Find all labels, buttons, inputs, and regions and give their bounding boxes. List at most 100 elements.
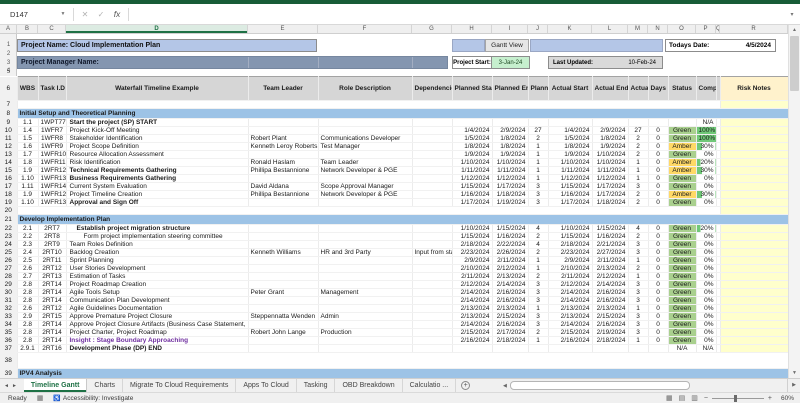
column-letter-L[interactable]: L	[592, 25, 628, 33]
cell-actual-days[interactable]: 2	[628, 150, 649, 159]
cell-planned-start[interactable]: 2/13/2024	[452, 312, 493, 321]
cell-days-left[interactable]: 0	[648, 182, 669, 191]
cell-actual-days[interactable]: 2	[628, 232, 649, 241]
cell-days-left[interactable]: 0	[648, 296, 669, 305]
cell-role-description[interactable]	[318, 296, 413, 305]
name-box-dropdown-icon[interactable]: ▼	[56, 11, 70, 17]
cell-team-leader[interactable]	[248, 240, 319, 249]
cell-role-description[interactable]	[318, 344, 413, 353]
cell-days-left[interactable]: 0	[648, 320, 669, 329]
cell-comp[interactable]: 0%	[696, 328, 717, 337]
cell-actual-days[interactable]: 2	[628, 190, 649, 199]
cell-team-leader[interactable]: Phillipa Bestannione	[248, 166, 319, 175]
cell-dependencies[interactable]	[412, 296, 453, 305]
cell-risk-notes[interactable]	[720, 166, 788, 175]
macro-record-icon[interactable]: ▦	[37, 394, 44, 402]
row-number[interactable]: 13	[0, 150, 18, 159]
cell-wbs[interactable]: 2.9.1	[17, 344, 39, 353]
cell-dependencies[interactable]	[412, 158, 453, 167]
cell-risk-notes[interactable]	[720, 288, 788, 297]
cell-actual-start[interactable]: 2/13/2024	[548, 312, 593, 321]
cell-actual-start[interactable]: 2/10/2024	[548, 264, 593, 273]
cell-actual-days[interactable]: 1	[628, 336, 649, 345]
cell-task-name[interactable]: Sprint Planning	[66, 256, 249, 265]
cell-planned-days[interactable]: 1	[528, 166, 549, 175]
cell-actual-days[interactable]	[628, 118, 649, 127]
column-letter-R[interactable]: R	[720, 25, 788, 33]
view-page-layout-icon[interactable]: ▤	[679, 394, 686, 402]
cell-actual-start[interactable]: 1/10/2024	[548, 158, 593, 167]
cell-dependencies[interactable]	[412, 150, 453, 159]
cell-actual-start[interactable]: 1/15/2024	[548, 232, 593, 241]
cell-days-left[interactable]: 0	[648, 150, 669, 159]
row-number[interactable]: 8	[0, 108, 18, 119]
cell-comp[interactable]: N/A	[696, 118, 717, 127]
cell-planned-end[interactable]: 1/18/2024	[492, 190, 529, 199]
tab-nav-right-icon[interactable]: ►	[12, 383, 20, 389]
cell-team-leader[interactable]	[248, 126, 319, 135]
cell-actual-end[interactable]: 2/13/2024	[592, 264, 629, 273]
row-number[interactable]: 26	[0, 256, 18, 265]
cell-planned-days[interactable]: 1	[528, 336, 549, 345]
cell-wbs[interactable]: 2.6	[17, 304, 39, 313]
cell-days-left[interactable]: 0	[648, 232, 669, 241]
cell-role-description[interactable]	[318, 198, 413, 207]
cell-planned-start[interactable]: 2/14/2024	[452, 296, 493, 305]
row-number[interactable]: 29	[0, 280, 18, 289]
cell-status[interactable]: Green	[668, 272, 697, 281]
cell-task-id[interactable]: 2RT15	[38, 312, 67, 321]
cell-team-leader[interactable]: Kenneth Leroy Roberts	[248, 142, 319, 151]
cell-dependencies[interactable]: Input from stake	[412, 248, 453, 257]
cell-planned-days[interactable]: 4	[528, 240, 549, 249]
cell-risk-notes[interactable]	[720, 232, 788, 241]
sheet-tab-migrate-to-cloud-requirements[interactable]: Migrate To Cloud Requirements	[123, 379, 237, 392]
cell-task-id[interactable]: 1WPT77	[38, 118, 67, 127]
cell-actual-start[interactable]: 1/15/2024	[548, 182, 593, 191]
cell-planned-days[interactable]: 2	[528, 134, 549, 143]
cell-days-left[interactable]: 0	[648, 134, 669, 143]
cell-task-name[interactable]: Communication Plan Development	[66, 296, 249, 305]
cell-actual-end[interactable]: 2/13/2024	[592, 304, 629, 313]
cell-team-leader[interactable]	[248, 224, 319, 233]
cell-actual-start[interactable]: 2/11/2024	[548, 272, 593, 281]
cell-comp[interactable]: 0%	[696, 336, 717, 345]
cell-team-leader[interactable]	[248, 320, 319, 329]
cell-task-id[interactable]: 1WFR13	[38, 198, 67, 207]
cell-dependencies[interactable]	[412, 288, 453, 297]
cell-risk-notes[interactable]	[720, 142, 788, 151]
cell-status[interactable]: Green	[668, 150, 697, 159]
cell-status[interactable]: Green	[668, 264, 697, 273]
cell-dependencies[interactable]	[412, 182, 453, 191]
row-number[interactable]: 23	[0, 232, 18, 241]
cell-risk-notes[interactable]	[720, 256, 788, 265]
cell-status[interactable]: Green	[668, 320, 697, 329]
cell-risk-notes[interactable]	[720, 336, 788, 345]
cell-task-name[interactable]: Resource Allocation Assessment	[66, 150, 249, 159]
cell-wbs[interactable]: 2.8	[17, 280, 39, 289]
row-number[interactable]: 12	[0, 142, 18, 151]
cell-task-id[interactable]: 2RT14	[38, 280, 67, 289]
cell-comp[interactable]: 0%	[696, 232, 717, 241]
cell-risk-notes[interactable]	[720, 126, 788, 135]
cell-risk-notes[interactable]	[720, 320, 788, 329]
row-number[interactable]: 17	[0, 182, 18, 191]
cell-status[interactable]: Green	[668, 240, 697, 249]
cell-risk-notes[interactable]	[720, 150, 788, 159]
cell-risk-notes[interactable]	[720, 312, 788, 321]
cell-days-left[interactable]: 0	[648, 288, 669, 297]
cell-comp[interactable]: N/A	[696, 344, 717, 353]
cell-team-leader[interactable]	[248, 232, 319, 241]
cell-team-leader[interactable]: Robert John Lange	[248, 328, 319, 337]
cell-task-id[interactable]: 2RT12	[38, 304, 67, 313]
cell-planned-days[interactable]: 1	[528, 264, 549, 273]
section-header[interactable]: Develop Implementation Plan	[17, 214, 788, 225]
cell-dependencies[interactable]	[412, 174, 453, 183]
cell-days-left[interactable]: 0	[648, 126, 669, 135]
column-letter-N[interactable]: N	[648, 25, 668, 33]
cell-planned-days[interactable]: 1	[528, 142, 549, 151]
cell-planned-start[interactable]: 2/13/2024	[452, 304, 493, 313]
cell-role-description[interactable]: Communications Developer	[318, 134, 413, 143]
cell-planned-end[interactable]: 2/13/2024	[492, 304, 529, 313]
column-letter-A[interactable]: A	[0, 25, 17, 33]
cell-risk-notes[interactable]	[720, 134, 788, 143]
